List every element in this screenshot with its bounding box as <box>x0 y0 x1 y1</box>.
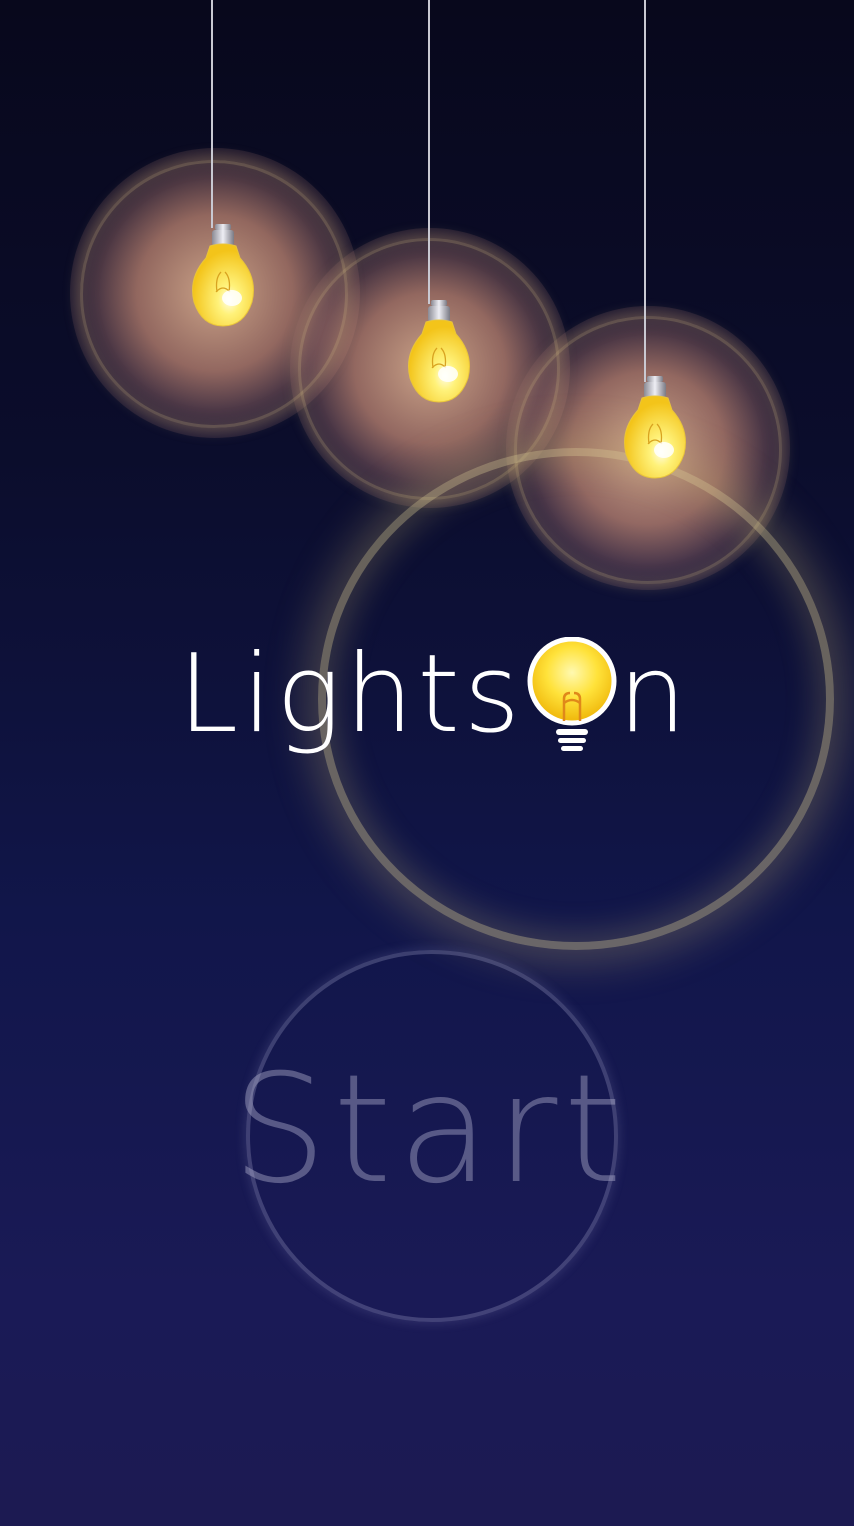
start-button[interactable]: Start <box>220 1040 640 1220</box>
bulb-wire-2 <box>428 0 430 304</box>
hanging-lightbulb-icon[interactable] <box>402 298 476 408</box>
title-text-n: n <box>618 632 691 757</box>
title-text-lights: Lights <box>178 632 525 757</box>
title-lightbulb-icon <box>527 637 617 751</box>
bulb-wire-3 <box>644 0 646 382</box>
game-screen: Lights n Start <box>0 0 854 1526</box>
bulb-wire-1 <box>211 0 213 228</box>
hanging-lightbulb-icon[interactable] <box>618 374 692 484</box>
hanging-lightbulb-icon[interactable] <box>186 222 260 332</box>
